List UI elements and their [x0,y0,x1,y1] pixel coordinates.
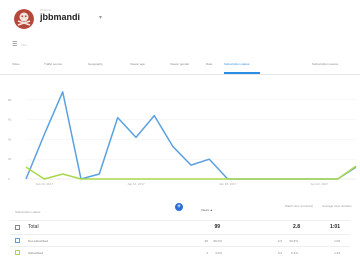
dimension-tabs: Video Traffic source Geography Viewer ag… [0,58,360,75]
tab-date[interactable]: Date [206,62,212,67]
cell-watch-time: 0.2 [277,251,282,255]
cell-avg-duration: 1:00 [334,239,340,243]
tab-viewer-gender[interactable]: Viewer gender [170,62,189,67]
tab-traffic-source[interactable]: Traffic source [44,62,62,67]
y-tick-label: 40 [8,137,12,141]
checkbox-not-subscribed[interactable] [15,238,20,243]
line-chart: 80 60 40 20 0 Jan 10, 2017 Jan 14, 2017 Jan 18… [8,91,357,186]
y-tick-label: 0 [8,177,10,181]
tab-geography[interactable]: Geography [88,62,103,67]
x-tick-label: Jan 18, 2017 [219,182,237,186]
y-tick-label: 20 [8,157,12,161]
x-tick-labels: Jan 10, 2017 Jan 14, 2017 Jan 18, 2017 Jan … [36,182,329,186]
row-label: Total [28,224,39,230]
header-divider [10,220,350,221]
channel-header: Channel jbbmandi ▾ [0,0,360,34]
tab-subscription-source[interactable]: Subscription source [312,62,338,67]
filter-label: Filter [21,43,28,47]
x-tick-label: Jan 14, 2017 [127,182,145,186]
checkbox-total[interactable] [15,225,20,230]
x-tick-label: Jan 10, 2017 [36,182,54,186]
cell-watch-time: 2.6 [277,239,282,243]
views-label: Views [201,208,209,212]
chart-grid [26,99,356,180]
cell-views-pct: 4.0% [215,251,222,255]
series-line-subscribed [25,165,357,180]
cell-watch-pct: 93.6% [289,239,298,243]
y-tick-label: 80 [8,98,12,102]
channel-name[interactable]: jbbmandi [40,12,80,23]
channel-avatar[interactable] [14,9,34,29]
chevron-down-icon[interactable]: ▾ [99,15,102,21]
cell-watch-time: 2.8 [293,224,300,230]
series-line-not-subscribed [25,91,357,180]
tab-viewer-age[interactable]: Viewer age [130,62,145,67]
tab-subscription-status[interactable]: Subscription status [224,62,249,67]
filter-icon: ☰ [12,42,18,48]
sort-arrow-icon: ▲ [209,208,213,212]
row-label: Not subscribed [28,239,49,243]
y-tick-labels: 80 60 40 20 0 [8,98,12,181]
cell-views: 95 [204,239,208,243]
cell-avg-duration: 1:01 [329,224,340,230]
cell-avg-duration: 1:33 [334,251,340,255]
table-row-total: Total 99 2.8 1:01 [0,222,360,234]
cell-watch-pct: 6.4% [291,251,298,255]
x-tick-label: Jan 22, 2017 [311,182,329,186]
table-row-subscribed: Subscribed 4 4.0% 0.2 6.4% 1:33 [0,247,360,259]
col-header-avg-duration[interactable]: Average view duration [318,204,356,208]
col-header-views[interactable]: Views ▲ [201,208,213,212]
row-label: Subscribed [28,251,44,255]
active-tab-indicator [224,72,260,74]
cell-views: 99 [214,224,220,230]
add-metric-button[interactable]: + [175,203,183,211]
filter-control[interactable]: ☰ Filter [12,41,52,49]
col-header-watch-time[interactable]: Watch time (minutes) [282,204,316,208]
y-tick-label: 60 [8,118,12,122]
checkbox-subscribed[interactable] [15,250,20,255]
tab-video[interactable]: Video [12,62,20,67]
cell-views-pct: 96.0% [213,239,222,243]
chart-series [25,91,357,180]
cell-views: 4 [206,251,208,255]
col-header-status[interactable]: Subscription status [15,210,40,214]
